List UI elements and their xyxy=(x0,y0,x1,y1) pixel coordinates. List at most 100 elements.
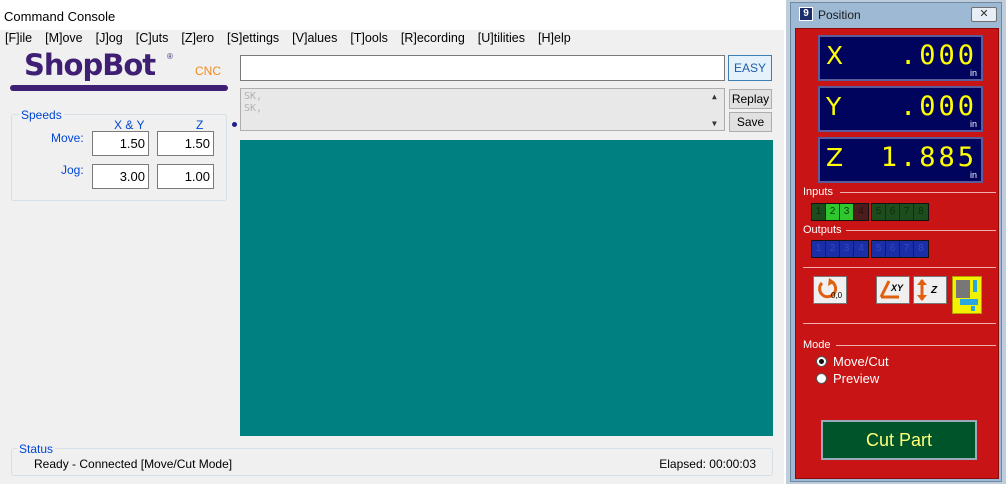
menu-help[interactable]: [H]elp xyxy=(538,30,571,47)
outputs-label: Outputs xyxy=(803,224,842,236)
menu-cuts[interactable]: [C]uts xyxy=(136,30,169,47)
output-led: 7 xyxy=(900,241,914,257)
menu-tools[interactable]: [T]ools xyxy=(350,30,388,47)
mode-option-move-cut[interactable]: Move/Cut xyxy=(816,354,889,369)
dro-unit: in xyxy=(969,170,977,180)
command-console-window: Command Console [F]ile [M]ove [J]og [C]u… xyxy=(0,0,784,484)
goto-z-button[interactable]: Z xyxy=(913,276,947,304)
input-led: 5 xyxy=(872,204,886,220)
z-label: Z xyxy=(931,285,938,296)
position-titlebar[interactable]: 9 Position ✕ xyxy=(791,3,1001,27)
dro-value: .000 xyxy=(899,40,977,71)
speeds-col-xy: X & Y xyxy=(114,118,145,132)
dro-x: X .000 in xyxy=(818,35,983,81)
input-led: 6 xyxy=(886,204,900,220)
console-titlebar: Command Console xyxy=(0,0,784,30)
z-arrows-icon xyxy=(917,279,927,301)
input-led: 1 xyxy=(812,204,826,220)
jog-z-field[interactable]: 1.00 xyxy=(157,164,214,189)
elapsed-time: Elapsed: 00:00:03 xyxy=(659,457,756,471)
status-group: Status Ready - Connected [Move/Cut Mode]… xyxy=(11,442,773,476)
move-xy-field[interactable]: 1.50 xyxy=(92,131,149,156)
move-speed-label: Move: xyxy=(51,131,84,145)
shopbot-logo: ShopBot ® CNC xyxy=(10,48,228,96)
output-led: 4 xyxy=(854,241,868,257)
dro-axis-label: X xyxy=(826,41,844,70)
speeds-group: Speeds X & Y Z Move: Jog: 1.50 1.50 3.00… xyxy=(11,108,227,201)
jog-xy-field[interactable]: 3.00 xyxy=(92,164,149,189)
output-led: 8 xyxy=(914,241,928,257)
mode-label: Mode xyxy=(803,339,831,351)
menu-utilities[interactable]: [U]tilities xyxy=(478,30,525,47)
dro-unit: in xyxy=(969,119,977,129)
app-icon: 9 xyxy=(799,7,813,21)
replay-button[interactable]: Replay xyxy=(729,89,772,109)
menu-settings[interactable]: [S]ettings xyxy=(227,30,279,47)
mode-radio-group: Move/Cut Preview xyxy=(816,354,889,388)
console-title: Command Console xyxy=(4,9,116,24)
menu-jog[interactable]: [J]og xyxy=(96,30,123,47)
radio-label-move-cut: Move/Cut xyxy=(833,354,889,369)
history-scrollbar[interactable]: ▲ ▼ xyxy=(709,89,724,130)
speeds-col-z: Z xyxy=(196,118,204,132)
radio-label-preview: Preview xyxy=(833,371,880,386)
output-led: 1 xyxy=(812,241,826,257)
inputs-group-1: 1 2 3 4 xyxy=(811,203,869,221)
dro-value: 1.885 xyxy=(880,142,977,173)
input-led: 7 xyxy=(900,204,914,220)
menu-zero[interactable]: [Z]ero xyxy=(181,30,214,47)
spindle-toggle-button[interactable] xyxy=(952,276,982,314)
dro-y: Y .000 in xyxy=(818,86,983,132)
menu-move[interactable]: [M]ove xyxy=(45,30,83,47)
dro-axis-label: Z xyxy=(826,143,844,172)
outputs-group-2: 5 6 7 8 xyxy=(871,240,929,258)
radio-move-cut[interactable] xyxy=(816,356,827,367)
cut-part-button[interactable]: Cut Part xyxy=(821,420,977,460)
output-led: 6 xyxy=(886,241,900,257)
logo-brand: ShopBot xyxy=(24,48,156,82)
save-button[interactable]: Save xyxy=(729,112,772,132)
speeds-legend: Speeds xyxy=(19,108,64,122)
menu-values[interactable]: [V]alues xyxy=(292,30,337,47)
input-led: 8 xyxy=(914,204,928,220)
input-led: 3 xyxy=(840,204,854,220)
mode-divider xyxy=(836,345,996,346)
inputs-divider xyxy=(840,192,996,193)
command-input[interactable] xyxy=(240,55,725,81)
command-history[interactable]: SK, SK, ▲ ▼ xyxy=(240,88,725,131)
logo-swoosh xyxy=(10,85,228,91)
history-line: SK, xyxy=(244,91,263,102)
move-z-field[interactable]: 1.50 xyxy=(157,131,214,156)
output-led: 2 xyxy=(826,241,840,257)
history-line: SK, xyxy=(244,103,263,114)
mode-option-preview[interactable]: Preview xyxy=(816,371,889,386)
goto-xy-button[interactable]: XY xyxy=(876,276,910,304)
radio-preview[interactable] xyxy=(816,373,827,384)
outputs-divider xyxy=(846,230,996,231)
dro-axis-label: Y xyxy=(826,92,842,121)
output-led: 5 xyxy=(872,241,886,257)
easy-button[interactable]: EASY xyxy=(728,55,772,81)
outputs-group-1: 1 2 3 4 xyxy=(811,240,869,258)
output-led: 3 xyxy=(840,241,854,257)
status-text: Ready - Connected [Move/Cut Mode] xyxy=(34,457,233,471)
dro-z: Z 1.885 in xyxy=(818,137,983,183)
zero-xy-button[interactable]: 0,0 xyxy=(813,276,847,304)
close-icon[interactable]: ✕ xyxy=(971,7,997,22)
position-panel: X .000 in Y .000 in Z 1.885 in Inputs 1 … xyxy=(795,28,999,479)
mode-top-divider xyxy=(803,323,996,324)
menu-bar: [F]ile [M]ove [J]og [C]uts [Z]ero [S]ett… xyxy=(0,30,784,47)
preview-area[interactable] xyxy=(240,140,773,436)
spindle-icon xyxy=(956,280,978,311)
inputs-group-2: 5 6 7 8 xyxy=(871,203,929,221)
tools-divider xyxy=(803,267,996,268)
logo-cnc: CNC xyxy=(195,64,221,78)
zero-xy-label: 0,0 xyxy=(831,291,843,300)
position-title: Position xyxy=(818,8,861,22)
scroll-up-icon[interactable]: ▲ xyxy=(712,91,717,103)
menu-recording[interactable]: [R]ecording xyxy=(401,30,465,47)
dro-unit: in xyxy=(969,68,977,78)
menu-file[interactable]: [F]ile xyxy=(5,30,32,47)
scroll-down-icon[interactable]: ▼ xyxy=(712,118,717,130)
jog-speed-label: Jog: xyxy=(61,163,84,177)
